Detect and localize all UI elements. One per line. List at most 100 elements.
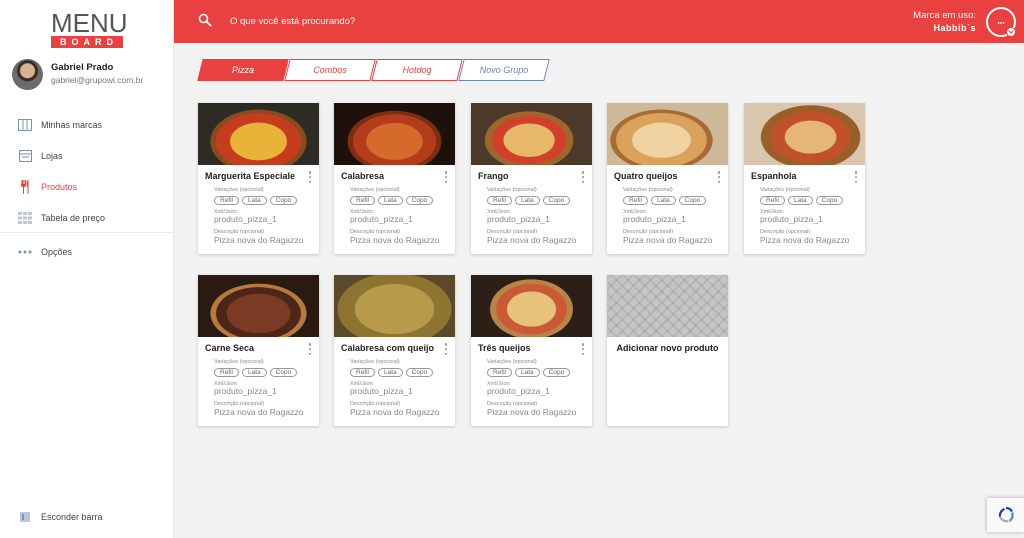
product-card[interactable]: Calabresa Variações (opcional) Refil Lat… [334, 103, 455, 254]
user-profile[interactable]: Gabriel Prado gabriel@grupowi.com.br [12, 59, 172, 91]
menu-board-logo[interactable]: MENU BOARD [51, 8, 128, 48]
variation-chip[interactable]: Refil [487, 196, 513, 205]
product-image [334, 275, 455, 337]
user-email: gabriel@grupowi.com.br [51, 75, 144, 85]
product-image [744, 103, 865, 165]
search-icon[interactable] [198, 13, 212, 27]
variation-chip[interactable]: Lata [378, 196, 403, 205]
variations-label: Variações (opcional) [487, 359, 537, 365]
variation-chip[interactable]: Copo [815, 196, 844, 205]
variation-chip[interactable]: Refil [487, 368, 513, 377]
hide-sidebar-button[interactable]: Esconder barra [0, 503, 173, 531]
variation-chip[interactable]: Copo [269, 368, 298, 377]
variations-label: Variações (opcional) [350, 187, 400, 193]
product-name: Calabresa [341, 171, 385, 181]
tab-label: Pizza [231, 65, 254, 75]
description-value: Pizza nova do Ragazzo [350, 235, 440, 245]
add-product-card[interactable]: Adicionar novo produto [607, 275, 728, 426]
brand-logo-button[interactable]: ●●● [986, 7, 1016, 37]
variation-chip[interactable]: Lata [242, 196, 267, 205]
xml-value: produto_pizza_1 [214, 214, 277, 224]
sidebar-divider [0, 232, 173, 233]
product-name: Quatro queijos [614, 171, 678, 181]
variation-chip[interactable]: Refil [214, 196, 240, 205]
more-vertical-icon[interactable] [444, 343, 448, 355]
brand-logo-mark: ●●● [997, 19, 1005, 25]
product-card[interactable]: Calabresa com queijo Variações (opcional… [334, 275, 455, 426]
product-name: Calabresa com queijo [341, 343, 435, 353]
brands-icon [18, 118, 32, 132]
sidebar-item-minhas-marcas[interactable]: Minhas marcas [0, 111, 173, 139]
variation-chip[interactable]: Lata [651, 196, 676, 205]
tab-label: Novo Grupo [479, 65, 529, 75]
variation-chip[interactable]: Lata [515, 368, 540, 377]
variation-chip[interactable]: Refil [623, 196, 649, 205]
brand-in-use-name: Habbib`s [933, 23, 976, 33]
variation-chips: Refil Lata Copo [623, 196, 707, 205]
tab-novo-grupo[interactable]: Novo Grupo [458, 59, 550, 81]
variation-chip[interactable]: Copo [678, 196, 707, 205]
product-image [334, 103, 455, 165]
sidebar-item-produtos[interactable]: Produtos [0, 173, 173, 201]
brand-in-use-label: Marca em uso: [913, 10, 976, 21]
variation-chip[interactable]: Refil [350, 368, 376, 377]
add-product-label: Adicionar novo produto [616, 343, 719, 353]
more-vertical-icon[interactable] [581, 343, 585, 355]
more-vertical-icon[interactable] [308, 171, 312, 183]
variations-label: Variações (opcional) [760, 187, 810, 193]
sidebar-item-tabela-de-preco[interactable]: Tabela de preço [0, 204, 173, 232]
variation-chip[interactable]: Copo [269, 196, 298, 205]
variation-chip[interactable]: Refil [760, 196, 786, 205]
variation-chip[interactable]: Refil [350, 196, 376, 205]
variation-chip[interactable]: Lata [242, 368, 267, 377]
product-name: Espanhola [751, 171, 797, 181]
product-card[interactable]: Quatro queijos Variações (opcional) Refi… [607, 103, 728, 254]
search-input[interactable] [230, 12, 650, 30]
variation-chip[interactable]: Lata [378, 368, 403, 377]
variation-chips: Refil Lata Copo [350, 196, 434, 205]
logo-text-menu: MENU [51, 8, 128, 38]
variation-chip[interactable]: Copo [542, 368, 571, 377]
sidebar: MENU BOARD Gabriel Prado gabriel@grupowi… [0, 0, 174, 538]
variation-chip[interactable]: Copo [405, 368, 434, 377]
variation-chip[interactable]: Lata [788, 196, 813, 205]
store-icon [18, 149, 32, 163]
more-vertical-icon[interactable] [717, 171, 721, 183]
product-card[interactable]: Três queijos Variações (opcional) Refil … [471, 275, 592, 426]
variation-chip[interactable]: Refil [214, 368, 240, 377]
more-vertical-icon[interactable] [581, 171, 585, 183]
more-vertical-icon[interactable] [444, 171, 448, 183]
description-value: Pizza nova do Ragazzo [214, 235, 304, 245]
variation-chip[interactable]: Copo [405, 196, 434, 205]
grid-table-icon [18, 211, 32, 225]
variation-chips: Refil Lata Copo [487, 368, 571, 377]
variations-label: Variações (opcional) [487, 187, 537, 193]
product-card[interactable]: Carne Seca Variações (opcional) Refil La… [198, 275, 319, 426]
more-vertical-icon[interactable] [854, 171, 858, 183]
product-name: Frango [478, 171, 509, 181]
recaptcha-badge[interactable] [987, 498, 1024, 532]
variation-chips: Refil Lata Copo [214, 368, 298, 377]
variations-label: Variações (opcional) [350, 359, 400, 365]
more-vertical-icon[interactable] [308, 343, 312, 355]
sidebar-item-lojas[interactable]: Lojas [0, 142, 173, 170]
xml-value: produto_pizza_1 [487, 214, 550, 224]
avatar [12, 59, 43, 90]
sidebar-item-opcoes[interactable]: Opções [0, 238, 173, 266]
variation-chip[interactable]: Lata [515, 196, 540, 205]
sidebar-item-label: Tabela de preço [41, 213, 106, 223]
placeholder-image [607, 275, 728, 337]
tab-hotdog[interactable]: Hotdog [371, 59, 463, 81]
product-card[interactable]: Espanhola Variações (opcional) Refil Lat… [744, 103, 865, 254]
tab-pizza[interactable]: Pizza [197, 59, 289, 81]
product-card[interactable]: Marguerita Especiale Variações (opcional… [198, 103, 319, 254]
product-image [471, 103, 592, 165]
product-name: Marguerita Especiale [205, 171, 296, 181]
variation-chips: Refil Lata Copo [487, 196, 571, 205]
chevron-down-icon [1006, 27, 1016, 37]
variation-chip[interactable]: Copo [542, 196, 571, 205]
product-card[interactable]: Frango Variações (opcional) Refil Lata C… [471, 103, 592, 254]
description-value: Pizza nova do Ragazzo [487, 235, 577, 245]
more-dots-icon [18, 245, 32, 259]
tab-combos[interactable]: Combos [284, 59, 376, 81]
